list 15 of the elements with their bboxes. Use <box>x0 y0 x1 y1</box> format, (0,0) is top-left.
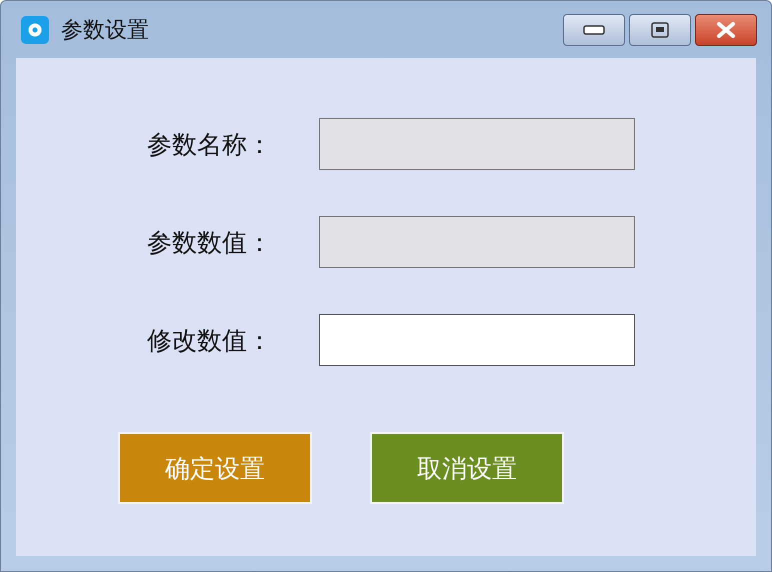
minimize-button[interactable] <box>563 14 625 46</box>
cancel-button[interactable]: 取消设置 <box>370 432 564 504</box>
input-field[interactable] <box>319 314 635 366</box>
window-title: 参数设置 <box>61 16 150 44</box>
maximize-icon <box>651 22 669 38</box>
field-label: 修改数值： <box>147 324 273 356</box>
close-button[interactable] <box>695 14 757 46</box>
field-label: 参数名称： <box>147 128 273 160</box>
field-label: 参数数值： <box>147 226 273 258</box>
input-field[interactable] <box>319 216 635 268</box>
confirm-button[interactable]: 确定设置 <box>118 432 312 504</box>
input-field[interactable] <box>319 118 635 170</box>
minimize-icon <box>583 24 605 34</box>
maximize-button[interactable] <box>629 14 691 46</box>
close-icon <box>715 22 737 38</box>
